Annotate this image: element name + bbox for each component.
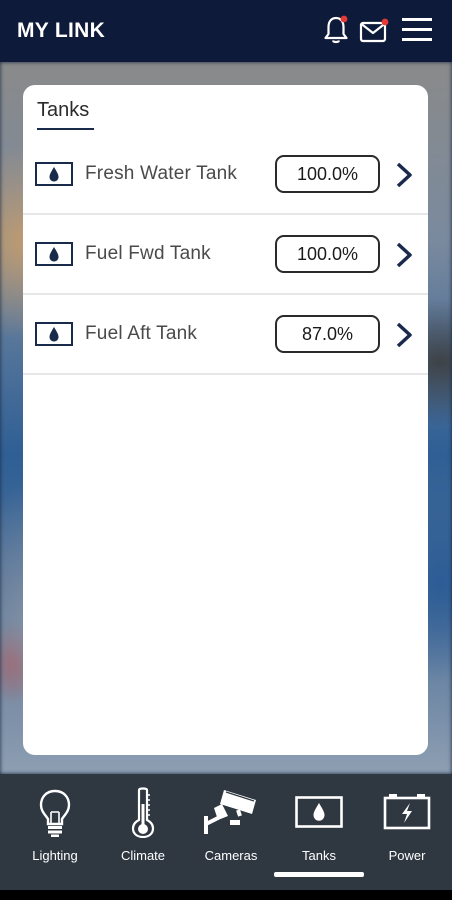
water-drop-icon	[35, 322, 73, 346]
lightbulb-icon	[38, 788, 72, 838]
chevron-right-icon[interactable]	[393, 161, 415, 189]
water-drop-icon	[35, 162, 73, 186]
mail-icon[interactable]	[358, 14, 390, 46]
bottom-nav: Lighting Climate Cameras Tanks Power	[0, 774, 452, 900]
nav-label: Lighting	[32, 848, 78, 863]
tank-level-value: 87.0%	[275, 315, 380, 353]
security-camera-icon	[202, 786, 260, 836]
nav-item-lighting[interactable]: Lighting	[14, 774, 96, 884]
nav-label: Tanks	[302, 848, 336, 863]
tank-name: Fuel Fwd Tank	[85, 243, 211, 264]
tank-row-fresh-water[interactable]: Fresh Water Tank 100.0%	[23, 135, 428, 215]
nav-item-power[interactable]: Power	[366, 774, 448, 884]
bell-icon[interactable]	[322, 14, 350, 46]
tanks-card: Tanks Fresh Water Tank 100.0% Fuel Fwd T…	[23, 85, 428, 755]
nav-label: Power	[388, 848, 426, 863]
battery-icon	[383, 792, 431, 830]
tank-name: Fresh Water Tank	[85, 163, 238, 184]
tank-row-fuel-aft[interactable]: Fuel Aft Tank 87.0%	[23, 295, 428, 375]
bottom-system-bar	[0, 890, 452, 900]
nav-label: Cameras	[204, 848, 258, 863]
tank-level-value: 100.0%	[275, 155, 380, 193]
chevron-right-icon[interactable]	[393, 321, 415, 349]
nav-item-tanks[interactable]: Tanks	[278, 774, 360, 884]
nav-label: Climate	[120, 848, 166, 863]
nav-item-cameras[interactable]: Cameras	[190, 774, 272, 884]
hamburger-menu-icon[interactable]	[400, 14, 434, 46]
tank-level-value: 100.0%	[275, 235, 380, 273]
app-title: MY LINK	[17, 19, 106, 42]
card-title: Tanks	[37, 99, 90, 121]
tank-row-fuel-fwd[interactable]: Fuel Fwd Tank 100.0%	[23, 215, 428, 295]
title-underline	[37, 128, 94, 130]
thermometer-icon	[130, 786, 156, 838]
water-drop-icon	[35, 242, 73, 266]
app-header: MY LINK	[0, 0, 452, 62]
tank-icon	[295, 796, 343, 828]
active-tab-indicator	[274, 872, 364, 877]
chevron-right-icon[interactable]	[393, 241, 415, 269]
nav-item-climate[interactable]: Climate	[102, 774, 184, 884]
notification-dot	[340, 15, 348, 23]
tank-name: Fuel Aft Tank	[85, 323, 198, 344]
